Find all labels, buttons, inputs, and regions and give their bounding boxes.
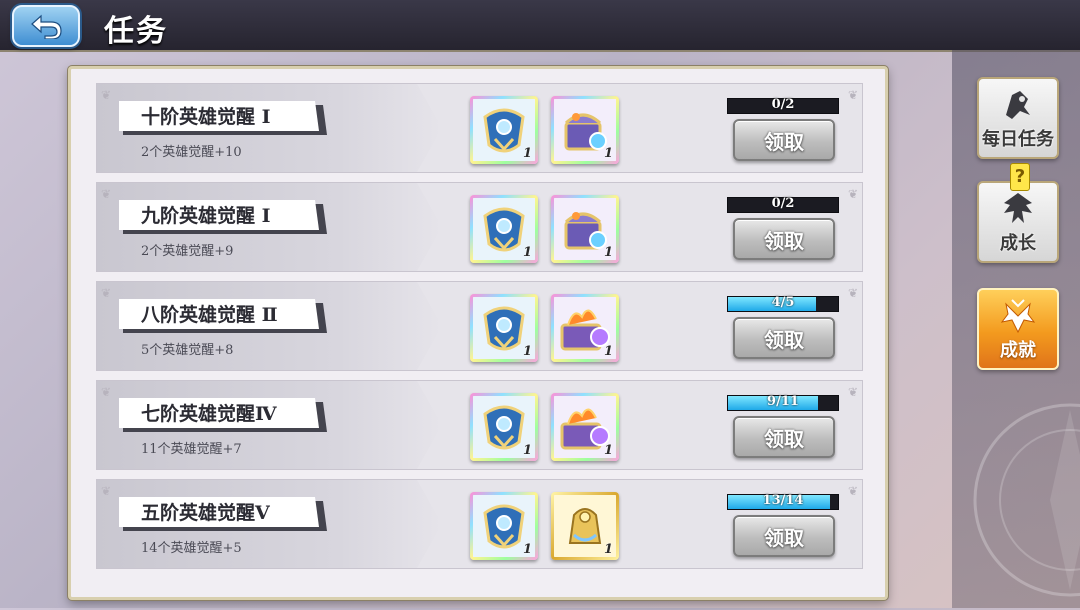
crest-shield-icon[interactable]: 1 [470, 195, 538, 263]
claim-button[interactable]: 领取 [733, 119, 835, 161]
achievement-icon [1000, 299, 1036, 334]
quest-row: ❦ ❦ 五阶英雄觉醒Ⅴ 14个英雄觉醒+5 1 1 13/14 领取 [96, 479, 863, 569]
progress-text: 9/11 [767, 394, 799, 409]
gold-relic-icon[interactable]: 1 [551, 492, 619, 560]
reward-count: 1 [603, 146, 613, 161]
tab-label: 成长 [1000, 233, 1036, 254]
claim-button[interactable]: 领取 [733, 515, 835, 557]
reward-count: 1 [522, 542, 532, 557]
corner-ornament-icon: ❦ [847, 88, 858, 102]
treasure-chest-icon[interactable]: 1 [551, 96, 619, 164]
reward-count: 1 [522, 245, 532, 260]
progress-text: 4/5 [771, 295, 795, 310]
quest-description: 11个英雄觉醒+7 [141, 442, 242, 457]
claim-button-label: 领取 [764, 228, 804, 253]
claim-button-label: 领取 [764, 129, 804, 154]
corner-ornament-icon: ❦ [847, 484, 858, 498]
back-arrow-icon [31, 14, 62, 39]
tab-label: 每日任务 [982, 129, 1054, 150]
claim-button-label: 领取 [764, 426, 804, 451]
top-bar: 任务 [0, 0, 1080, 52]
quest-title: 七阶英雄觉醒Ⅳ [141, 403, 277, 425]
progress-text: 0/2 [771, 196, 795, 211]
claim-button-label: 领取 [764, 525, 804, 550]
background-emblem [973, 403, 1080, 597]
quest-row: ❦ ❦ 七阶英雄觉醒Ⅳ 11个英雄觉醒+7 1 1 9/11 领取 [96, 380, 863, 470]
reward-count: 1 [522, 344, 532, 359]
new-badge: ? [1010, 163, 1030, 191]
corner-ornament-icon: ❦ [101, 187, 112, 201]
quest-title: 五阶英雄觉醒Ⅴ [141, 502, 270, 524]
reward-count: 1 [603, 443, 613, 458]
crest-shield-icon[interactable]: 1 [470, 492, 538, 560]
quest-list-panel: ❦ ❦ 十阶英雄觉醒 Ⅰ 2个英雄觉醒+10 1 1 0/2 领取 ❦ ❦ 九阶… [68, 66, 888, 600]
corner-ornament-icon: ❦ [847, 385, 858, 399]
tab-label: 成就 [1000, 340, 1036, 361]
corner-ornament-icon: ❦ [101, 385, 112, 399]
progress-bar: 4/5 [727, 295, 839, 312]
claim-button-label: 领取 [764, 327, 804, 352]
tab-growth[interactable]: 成长 [977, 181, 1059, 263]
progress-bar: 9/11 [727, 394, 839, 411]
quest-row: ❦ ❦ 十阶英雄觉醒 Ⅰ 2个英雄觉醒+10 1 1 0/2 领取 [96, 83, 863, 173]
quest-description: 5个英雄觉醒+8 [141, 343, 234, 358]
corner-ornament-icon: ❦ [847, 187, 858, 201]
crest-shield-icon[interactable]: 1 [470, 393, 538, 461]
reward-count: 1 [603, 245, 613, 260]
quest-description: 14个英雄觉醒+5 [141, 541, 242, 556]
claim-button[interactable]: 领取 [733, 218, 835, 260]
quest-title: 八阶英雄觉醒 Ⅱ [141, 304, 278, 326]
progress-bar: 13/14 [727, 493, 839, 510]
potion-chest-icon[interactable]: 1 [551, 393, 619, 461]
claim-button[interactable]: 领取 [733, 317, 835, 359]
progress-text: 13/14 [762, 493, 804, 508]
tab-daily-quests[interactable]: 每日任务 [977, 77, 1059, 159]
tab-achievements[interactable]: 成就 [977, 288, 1059, 370]
reward-count: 1 [522, 146, 532, 161]
quest-description: 2个英雄觉醒+10 [141, 145, 242, 160]
quest-description: 2个英雄觉醒+9 [141, 244, 234, 259]
back-button[interactable] [12, 5, 80, 47]
reward-count: 1 [603, 542, 613, 557]
quest-row: ❦ ❦ 八阶英雄觉醒 Ⅱ 5个英雄觉醒+8 1 1 4/5 领取 [96, 281, 863, 371]
quest-row: ❦ ❦ 九阶英雄觉醒 Ⅰ 2个英雄觉醒+9 1 1 0/2 领取 [96, 182, 863, 272]
crest-shield-icon[interactable]: 1 [470, 96, 538, 164]
potion-chest-icon[interactable]: 1 [551, 294, 619, 362]
treasure-chest-icon[interactable]: 1 [551, 195, 619, 263]
corner-ornament-icon: ❦ [101, 88, 112, 102]
quest-title: 十阶英雄觉醒 Ⅰ [141, 106, 271, 128]
crest-shield-icon[interactable]: 1 [470, 294, 538, 362]
page-title: 任务 [104, 14, 168, 49]
corner-ornament-icon: ❦ [101, 484, 112, 498]
growth-icon [1004, 193, 1032, 223]
progress-text: 0/2 [771, 97, 795, 112]
progress-bar: 0/2 [727, 196, 839, 213]
claim-button[interactable]: 领取 [733, 416, 835, 458]
corner-ornament-icon: ❦ [101, 286, 112, 300]
reward-count: 1 [603, 344, 613, 359]
corner-ornament-icon: ❦ [847, 286, 858, 300]
quest-title: 九阶英雄觉醒 Ⅰ [141, 205, 271, 227]
daily-quest-icon [1006, 91, 1030, 119]
progress-bar: 0/2 [727, 97, 839, 114]
reward-count: 1 [522, 443, 532, 458]
